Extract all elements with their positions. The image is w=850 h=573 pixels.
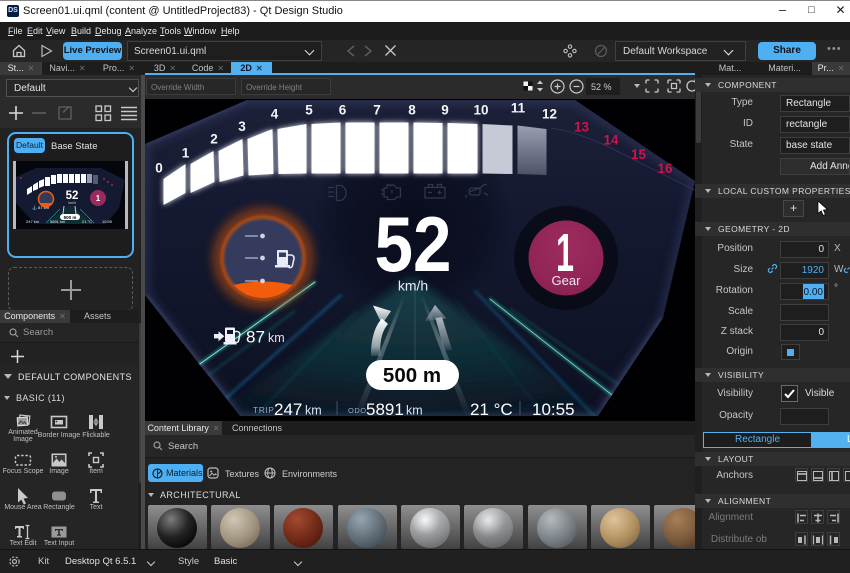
svg-text:km: km	[406, 404, 423, 418]
svg-text:⚓ 87 km: ⚓ 87 km	[32, 205, 50, 210]
svg-text:11: 11	[511, 101, 526, 116]
svg-text:15: 15	[631, 147, 647, 162]
svg-text:km: km	[305, 404, 322, 418]
svg-text:7: 7	[373, 103, 381, 118]
svg-text:km/h: km/h	[68, 201, 76, 205]
svg-text:500 m: 500 m	[64, 215, 77, 220]
svg-text:16: 16	[657, 161, 673, 176]
svg-text:8: 8	[408, 103, 416, 118]
svg-text:13: 13	[574, 120, 590, 135]
svg-text:Gear: Gear	[552, 273, 582, 288]
svg-text:TRIP: TRIP	[253, 405, 274, 415]
svg-text:10:55: 10:55	[532, 400, 575, 419]
svg-text:1: 1	[96, 194, 101, 203]
svg-text:10:55: 10:55	[102, 219, 113, 224]
svg-text:500 m: 500 m	[383, 364, 441, 387]
svg-text:21 °C: 21 °C	[470, 400, 513, 419]
svg-text:247: 247	[274, 400, 302, 419]
svg-text:52: 52	[375, 200, 452, 288]
svg-text:km: km	[268, 331, 285, 345]
svg-text:5891: 5891	[366, 400, 404, 419]
svg-text:4: 4	[271, 107, 279, 122]
svg-text:21 °C: 21 °C	[82, 219, 92, 224]
svg-text:14: 14	[603, 133, 619, 148]
svg-text:5891 km: 5891 km	[50, 219, 66, 224]
svg-text:87: 87	[246, 328, 265, 347]
svg-text:2: 2	[210, 132, 218, 147]
svg-text:247 km: 247 km	[26, 219, 40, 224]
svg-text:12: 12	[542, 107, 557, 122]
svg-text:5: 5	[305, 103, 313, 118]
svg-text:ODO: ODO	[348, 406, 367, 415]
svg-text:0: 0	[155, 161, 163, 176]
svg-text:3: 3	[238, 119, 246, 134]
svg-text:10: 10	[473, 103, 488, 118]
svg-text:6: 6	[339, 103, 347, 118]
svg-text:9: 9	[441, 103, 449, 118]
svg-text:1: 1	[182, 146, 190, 161]
svg-text:km/h: km/h	[398, 278, 428, 294]
